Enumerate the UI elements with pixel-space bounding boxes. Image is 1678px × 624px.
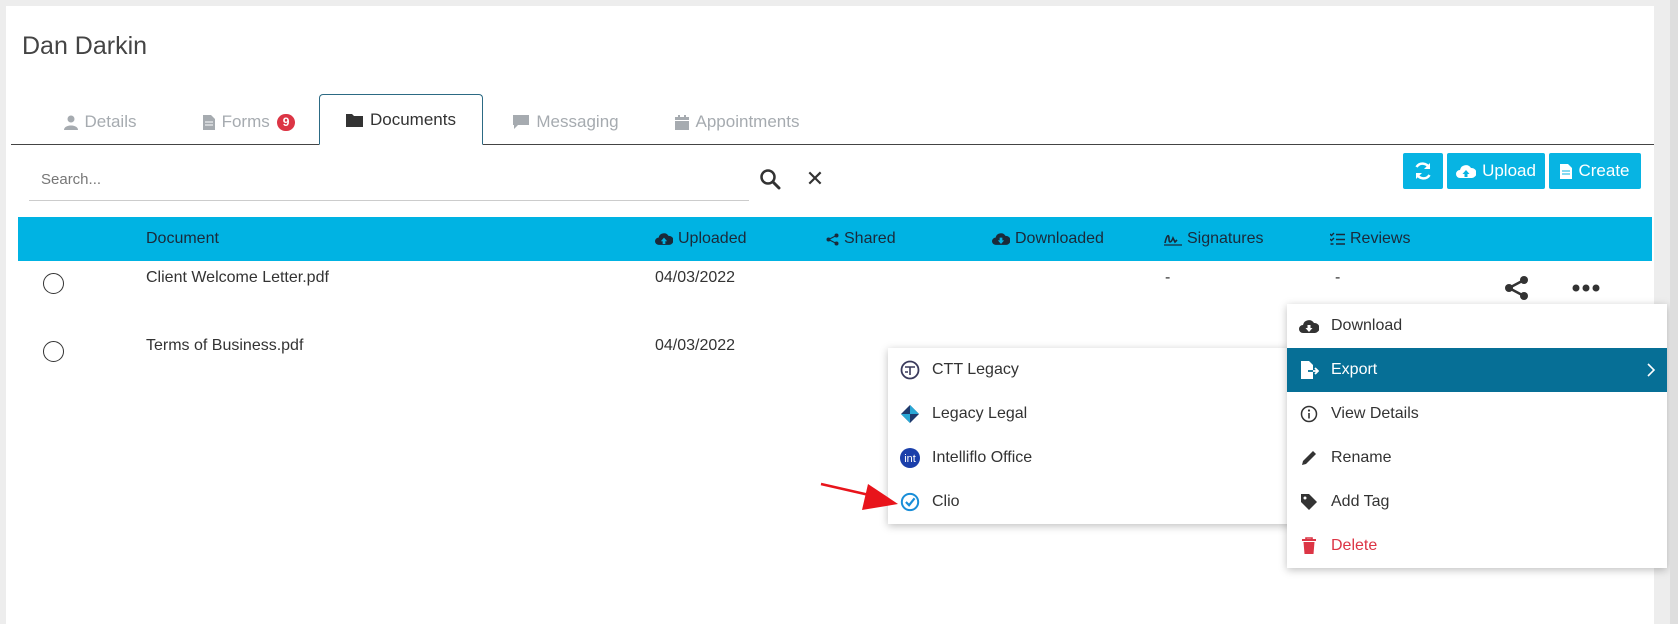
menu-add-tag-label: Add Tag xyxy=(1331,493,1390,510)
uploaded-date: 04/03/2022 xyxy=(655,337,736,354)
signature-icon xyxy=(1164,234,1182,246)
column-document-label: Document xyxy=(146,230,219,247)
export-legacy-legal-label: Legacy Legal xyxy=(932,405,1028,422)
reviews-value: - xyxy=(1335,269,1341,286)
column-shared[interactable]: Shared xyxy=(826,217,896,261)
column-document[interactable]: Document xyxy=(146,217,219,261)
legacy-legal-logo-icon xyxy=(900,404,920,424)
chevron-right-icon xyxy=(1647,363,1656,377)
menu-export-label: Export xyxy=(1331,361,1378,378)
user-icon xyxy=(63,115,78,130)
folder-icon xyxy=(346,113,363,127)
cloud-download-icon xyxy=(1299,316,1319,336)
cloud-upload-icon xyxy=(655,233,673,245)
upload-button-label: Upload xyxy=(1482,161,1536,180)
column-signatures[interactable]: Signatures xyxy=(1164,217,1264,261)
document-name[interactable]: Terms of Business.pdf xyxy=(146,337,303,355)
file-icon xyxy=(1560,163,1573,179)
document-name[interactable]: Client Welcome Letter.pdf xyxy=(146,269,329,287)
column-reviews[interactable]: Reviews xyxy=(1330,217,1410,261)
file-icon xyxy=(202,114,215,130)
tab-forms-label: Forms xyxy=(221,112,270,131)
menu-rename[interactable]: Rename xyxy=(1287,436,1667,480)
export-clio-label: Clio xyxy=(932,493,960,510)
more-options-icon[interactable] xyxy=(1572,283,1600,293)
column-uploaded[interactable]: Uploaded xyxy=(655,217,747,261)
menu-download-label: Download xyxy=(1331,317,1403,334)
uploaded-date: 04/03/2022 xyxy=(655,269,736,286)
export-ctt-legacy[interactable]: CTT Legacy xyxy=(888,348,1293,392)
column-reviews-label: Reviews xyxy=(1350,230,1411,247)
menu-view-details[interactable]: View Details xyxy=(1287,392,1667,436)
tab-appointments-label: Appointments xyxy=(695,112,800,131)
export-ctt-legacy-label: CTT Legacy xyxy=(932,361,1019,378)
row-select-radio[interactable] xyxy=(43,273,64,294)
tag-icon xyxy=(1299,492,1319,512)
menu-view-details-label: View Details xyxy=(1331,405,1419,422)
column-downloaded[interactable]: Downloaded xyxy=(992,217,1104,261)
annotation-arrow-icon xyxy=(820,482,898,510)
search-input[interactable] xyxy=(29,158,739,200)
clio-logo-icon xyxy=(900,492,920,512)
forms-count-badge: 9 xyxy=(276,113,296,131)
chat-icon xyxy=(513,114,530,129)
tab-bar: Details Forms 9 Documents Messaging Appo… xyxy=(11,94,1654,145)
export-intelliflo-office[interactable]: int Intelliflo Office xyxy=(888,436,1293,480)
signatures-value: - xyxy=(1165,269,1171,286)
svg-text:int: int xyxy=(904,453,916,465)
share-icon xyxy=(826,233,839,245)
ctt-legacy-logo-icon xyxy=(900,360,920,380)
tab-documents[interactable]: Documents xyxy=(319,94,483,145)
tab-details[interactable]: Details xyxy=(59,100,141,144)
menu-export[interactable]: Export xyxy=(1287,348,1667,392)
create-button[interactable]: Create xyxy=(1549,153,1641,189)
search-bar: ✕ xyxy=(29,158,824,201)
page: Dan Darkin Details Forms 9 Documents Mes… xyxy=(6,6,1667,624)
tab-documents-label: Documents xyxy=(370,109,456,129)
clear-search-icon[interactable]: ✕ xyxy=(804,168,826,190)
tab-forms[interactable]: Forms 9 xyxy=(194,100,304,144)
table-header: Document Uploaded Shared Downloaded Sign… xyxy=(18,217,1652,261)
upload-button[interactable]: Upload xyxy=(1447,153,1545,189)
search-icon[interactable] xyxy=(759,168,781,190)
export-submenu: CTT Legacy Legacy Legal int Intelliflo O… xyxy=(888,348,1293,524)
menu-delete-label: Delete xyxy=(1331,537,1378,554)
cloud-upload-icon xyxy=(1456,164,1477,178)
trash-icon xyxy=(1299,536,1319,556)
share-icon[interactable] xyxy=(1504,275,1530,301)
menu-add-tag[interactable]: Add Tag xyxy=(1287,480,1667,524)
tab-details-label: Details xyxy=(84,112,137,131)
refresh-icon xyxy=(1415,162,1431,180)
file-export-icon xyxy=(1299,360,1319,380)
intelliflo-logo-icon: int xyxy=(900,448,920,468)
info-icon xyxy=(1299,404,1319,424)
column-signatures-label: Signatures xyxy=(1187,230,1264,247)
tab-messaging[interactable]: Messaging xyxy=(511,100,621,144)
column-uploaded-label: Uploaded xyxy=(678,230,747,247)
page-title: Dan Darkin xyxy=(22,32,148,60)
pencil-icon xyxy=(1299,448,1319,468)
menu-download[interactable]: Download xyxy=(1287,304,1667,348)
create-button-label: Create xyxy=(1578,161,1630,180)
context-menu: Download Export View Details Rename Add … xyxy=(1287,304,1667,568)
checklist-icon xyxy=(1330,232,1345,245)
menu-rename-label: Rename xyxy=(1331,449,1392,466)
scrollbar[interactable] xyxy=(1670,0,1678,624)
menu-delete[interactable]: Delete xyxy=(1287,524,1667,568)
cloud-download-icon xyxy=(992,233,1010,245)
calendar-icon xyxy=(674,114,689,130)
export-legacy-legal[interactable]: Legacy Legal xyxy=(888,392,1293,436)
column-shared-label: Shared xyxy=(844,230,896,247)
export-clio[interactable]: Clio xyxy=(888,480,1293,524)
tab-appointments[interactable]: Appointments xyxy=(667,100,807,144)
refresh-button[interactable] xyxy=(1403,153,1443,189)
tab-messaging-label: Messaging xyxy=(536,112,619,131)
export-intelliflo-office-label: Intelliflo Office xyxy=(932,449,1033,466)
row-select-radio[interactable] xyxy=(43,341,64,362)
column-downloaded-label: Downloaded xyxy=(1015,230,1104,247)
